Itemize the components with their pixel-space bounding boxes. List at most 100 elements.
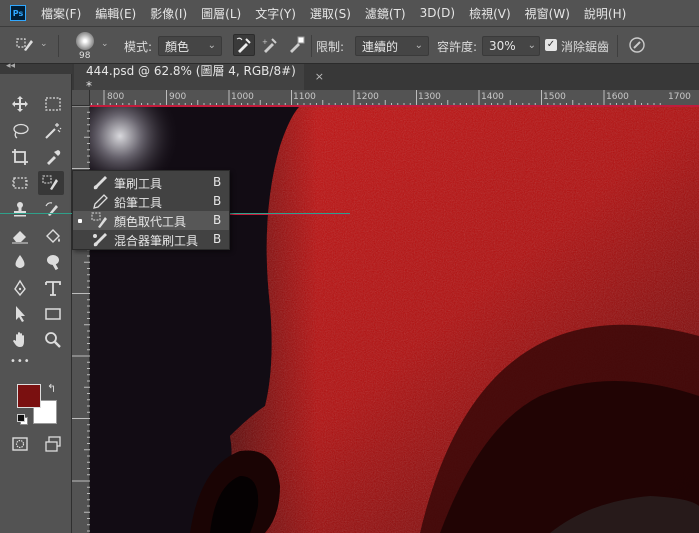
menu-select[interactable]: 選取(S) <box>303 5 358 22</box>
brush-picker-arrow-icon[interactable]: ⌄ <box>101 39 109 49</box>
rectangle-icon <box>45 308 61 320</box>
type-tool[interactable] <box>40 276 66 300</box>
chevron-down-icon: ⌄ <box>414 40 423 51</box>
sampling-background-button[interactable] <box>285 34 307 56</box>
gradient-tool[interactable] <box>40 224 66 248</box>
menu-type[interactable]: 文字(Y) <box>248 5 303 22</box>
flyout-item-pencil[interactable]: 鉛筆工具 B <box>73 192 229 211</box>
collapse-icon[interactable]: ◂◂ <box>6 61 15 71</box>
flyout-item-shortcut: B <box>213 194 222 208</box>
quick-mask-button[interactable] <box>7 432 33 456</box>
tools-panel: ◂◂ ••• ↰ <box>0 61 72 533</box>
color-replacement-tool-icon <box>16 38 33 51</box>
brush-preview-icon[interactable] <box>76 32 94 50</box>
marquee-tool[interactable] <box>40 92 66 116</box>
eyedropper-icon <box>47 150 61 165</box>
history-brush-icon <box>45 202 58 216</box>
flyout-item-label: 鉛筆工具 <box>114 196 163 210</box>
tolerance-label: 容許度: <box>437 40 478 54</box>
menu-view[interactable]: 檢視(V) <box>462 5 518 22</box>
dodge-icon <box>47 255 59 271</box>
menu-edit[interactable]: 編輯(E) <box>88 5 143 22</box>
screen-mode-icon <box>45 436 61 452</box>
clone-stamp-icon <box>14 202 26 217</box>
type-icon <box>45 281 61 296</box>
menu-filter[interactable]: 濾鏡(T) <box>358 5 413 22</box>
path-selection-tool[interactable] <box>7 302 33 326</box>
ruler-tick-label: 1000 <box>231 92 254 102</box>
document-tab-bar: 444.psd @ 62.8% (圖層 4, RGB/8#) * × <box>72 63 699 93</box>
brush-tools-flyout: 筆刷工具 B 鉛筆工具 B 顏色取代工具 B 混合器筆刷工具 B <box>72 170 230 250</box>
guide-line-horizontal[interactable] <box>90 105 699 107</box>
ruler-tick-label: 1500 <box>543 92 566 102</box>
sampling-once-button[interactable]: + <box>259 34 281 56</box>
rectangle-tool[interactable] <box>40 302 66 326</box>
sampling-continuous-button[interactable] <box>233 34 255 56</box>
flyout-item-label: 混合器筆刷工具 <box>114 234 199 248</box>
horizontal-ruler[interactable]: 800 900 1000 1100 1200 1300 1400 1500 16… <box>90 90 699 106</box>
eraser-tool[interactable] <box>7 224 33 248</box>
move-tool[interactable] <box>7 92 33 116</box>
menu-layer[interactable]: 圖層(L) <box>194 5 248 22</box>
menu-window[interactable]: 視窗(W) <box>518 5 577 22</box>
tolerance-field[interactable]: 30% ⌄ <box>482 36 540 56</box>
blur-tool[interactable] <box>7 250 33 274</box>
color-replacement-tool[interactable] <box>38 171 64 195</box>
frame-icon <box>12 177 28 189</box>
menu-bar: Ps 檔案(F) 編輯(E) 影像(I) 圖層(L) 文字(Y) 選取(S) 濾… <box>0 0 699 26</box>
paint-bucket-icon <box>46 229 60 243</box>
magic-wand-tool[interactable] <box>40 119 66 143</box>
antialias-label: 消除鋸齒 <box>561 40 610 54</box>
color-replacement-icon <box>91 212 107 228</box>
history-brush-tool[interactable] <box>40 197 66 221</box>
selected-indicator-icon <box>78 219 82 223</box>
ruler-tick-label: 900 <box>169 92 187 102</box>
zoom-tool[interactable] <box>40 328 66 352</box>
menu-file[interactable]: 檔案(F) <box>34 5 88 22</box>
menu-image[interactable]: 影像(I) <box>143 5 194 22</box>
screen-mode-button[interactable] <box>40 432 66 456</box>
dodge-tool[interactable] <box>40 250 66 274</box>
color-replacement-icon <box>42 175 58 190</box>
eyedropper-tool[interactable] <box>40 145 66 169</box>
preset-dropdown-arrow-icon[interactable]: ⌄ <box>40 39 48 49</box>
pencil-icon <box>93 194 108 209</box>
hand-tool[interactable] <box>7 328 33 352</box>
mode-dropdown[interactable]: 顏色 ⌄ <box>158 36 222 56</box>
swap-colors-icon[interactable]: ↰ <box>47 382 56 395</box>
document-tab-title: 444.psd @ 62.8% (圖層 4, RGB/8#) * <box>86 63 296 93</box>
arrow-pointer-icon <box>16 306 25 322</box>
lasso-icon <box>13 123 29 139</box>
pen-icon <box>14 279 26 297</box>
tolerance-value: 30% <box>489 39 516 53</box>
flyout-item-color-replacement[interactable]: 顏色取代工具 B <box>73 211 229 230</box>
document-tab[interactable]: 444.psd @ 62.8% (圖層 4, RGB/8#) * × <box>74 63 324 93</box>
menu-3d[interactable]: 3D(D) <box>413 6 462 20</box>
ruler-tick-label: 1400 <box>481 92 504 102</box>
lasso-tool[interactable] <box>7 119 33 143</box>
chevron-down-icon: ⌄ <box>527 40 536 51</box>
crop-tool[interactable] <box>7 145 33 169</box>
close-icon[interactable]: × <box>315 70 324 83</box>
pressure-button[interactable] <box>626 34 648 56</box>
tool-preset-picker[interactable] <box>14 34 36 56</box>
eyedropper-continuous-icon <box>236 37 251 53</box>
flyout-item-label: 筆刷工具 <box>114 177 163 191</box>
hand-icon <box>13 332 24 347</box>
menu-help[interactable]: 說明(H) <box>577 5 633 22</box>
pen-tool[interactable] <box>7 276 33 300</box>
foreground-color-swatch[interactable] <box>17 384 41 408</box>
limit-dropdown[interactable]: 連續的 ⌄ <box>355 36 429 56</box>
edit-toolbar-button[interactable]: ••• <box>10 356 31 367</box>
antialias-checkbox[interactable]: ✓ <box>545 39 557 51</box>
flyout-item-mixer-brush[interactable]: 混合器筆刷工具 B <box>73 230 229 249</box>
frame-tool[interactable] <box>7 171 33 195</box>
ruler-origin[interactable] <box>72 90 90 106</box>
ruler-tick-label: 1100 <box>293 92 316 102</box>
tools-panel-header[interactable]: ◂◂ <box>0 61 72 74</box>
stamp-tool[interactable] <box>7 197 33 221</box>
flyout-item-brush[interactable]: 筆刷工具 B <box>73 173 229 192</box>
eyedropper-once-icon: + <box>262 38 277 53</box>
default-colors-icon[interactable] <box>17 414 28 425</box>
mode-value: 顏色 <box>165 39 190 54</box>
